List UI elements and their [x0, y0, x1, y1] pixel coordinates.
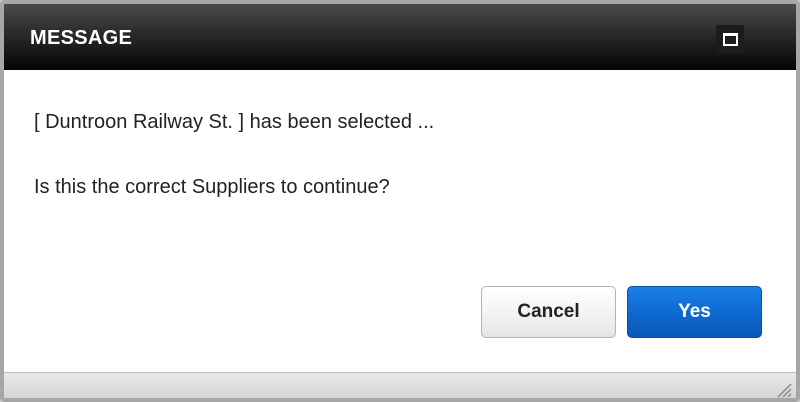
- maximize-icon: [723, 33, 738, 46]
- confirmation-question: Is this the correct Suppliers to continu…: [34, 176, 390, 198]
- maximize-button[interactable]: [716, 25, 744, 53]
- cancel-button[interactable]: Cancel: [481, 286, 616, 338]
- dialog-titlebar[interactable]: MESSAGE: [4, 4, 796, 70]
- message-dialog: MESSAGE [ Duntroon Railway St. ] has bee…: [0, 0, 800, 402]
- selection-message: [ Duntroon Railway St. ] has been select…: [34, 111, 435, 133]
- dialog-title: MESSAGE: [30, 27, 133, 49]
- resize-grip-icon[interactable]: [774, 380, 792, 398]
- dialog-content: [ Duntroon Railway St. ] has been select…: [4, 70, 796, 372]
- dialog-footer: [4, 372, 796, 398]
- yes-button[interactable]: Yes: [627, 286, 762, 338]
